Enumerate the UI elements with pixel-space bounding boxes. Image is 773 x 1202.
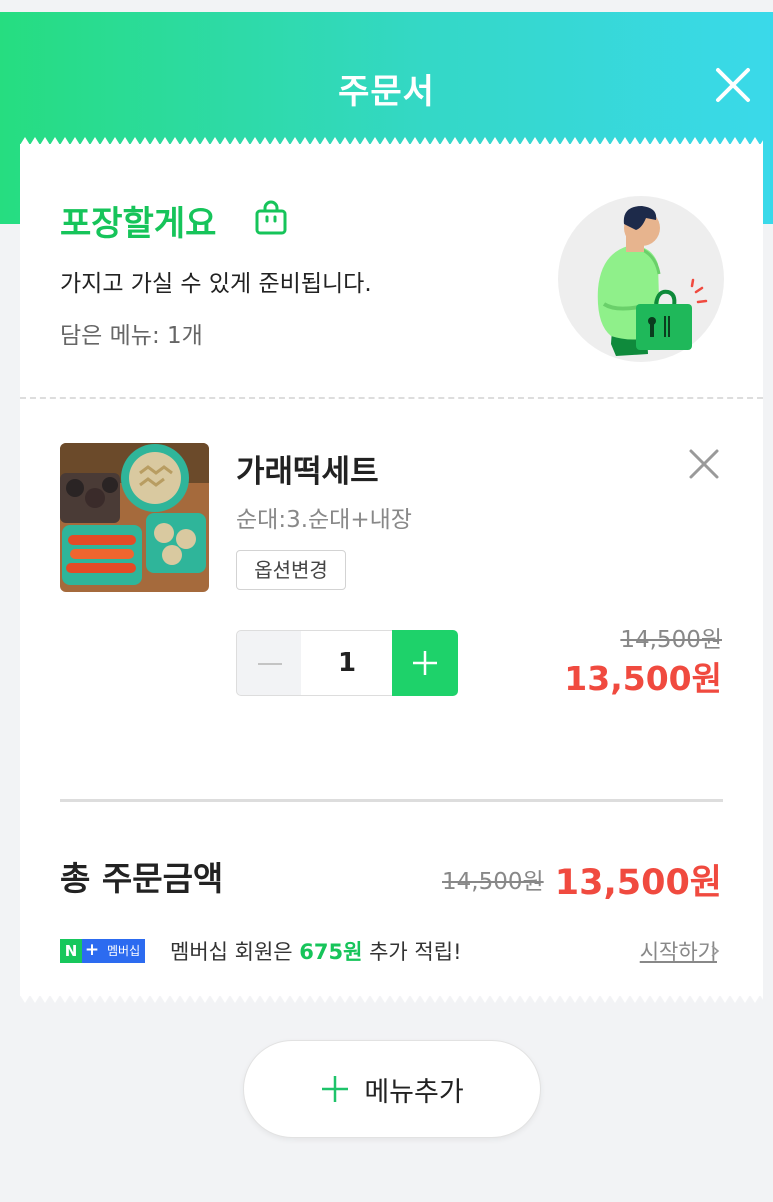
item-thumbnail xyxy=(60,443,209,592)
membership-message: 멤버십 회원은 675원 추가 적립! xyxy=(170,936,462,966)
pickup-description: 가지고 가실 수 있게 준비됩니다. xyxy=(60,271,372,297)
plus-icon xyxy=(413,651,437,675)
close-button[interactable] xyxy=(712,64,754,106)
remove-item-button[interactable] xyxy=(686,446,722,482)
card-zigzag-bottom xyxy=(20,995,763,1003)
start-membership-link[interactable]: 시작하기 xyxy=(640,936,717,966)
pickup-title: 포장할게요 xyxy=(60,204,217,244)
membership-text-after: 추가 적립! xyxy=(362,940,462,964)
quantity-stepper: 1 xyxy=(236,630,458,696)
total-original-price: 14,500원 xyxy=(442,869,544,895)
decrease-quantity-button[interactable] xyxy=(236,630,302,696)
total-label: 총 주문금액 xyxy=(60,859,224,898)
pickup-person-illustration xyxy=(558,196,724,362)
naver-plus-membership-badge: N + 멤버십 xyxy=(60,939,146,963)
badge-n: N xyxy=(60,939,82,963)
section-divider-dashed xyxy=(20,397,763,399)
page-title: 주문서 xyxy=(338,72,435,112)
add-menu-label: 메뉴추가 xyxy=(364,1076,464,1108)
section-divider xyxy=(60,799,723,802)
item-option: 순대:3.순대+내장 xyxy=(236,507,412,533)
order-card: 포장할게요 가지고 가실 수 있게 준비됩니다. 담은 메뉴: 1개 가래떡세트… xyxy=(20,144,763,996)
item-sale-price: 13,500원 xyxy=(564,659,722,698)
total-sale-price: 13,500원 xyxy=(554,863,722,903)
close-icon xyxy=(716,68,750,102)
minus-icon xyxy=(258,663,282,665)
plus-icon xyxy=(322,1076,349,1102)
add-menu-button[interactable]: 메뉴추가 xyxy=(243,1040,541,1138)
increase-quantity-button[interactable] xyxy=(392,630,458,696)
badge-plus: + xyxy=(82,939,102,963)
membership-points: 675원 xyxy=(299,940,363,964)
item-name: 가래떡세트 xyxy=(236,454,379,490)
shopping-bag-icon xyxy=(255,200,287,235)
menu-count: 담은 메뉴: 1개 xyxy=(60,323,203,349)
chevron-right-icon xyxy=(711,945,720,957)
change-option-button[interactable]: 옵션변경 xyxy=(236,550,346,590)
membership-text-before: 멤버십 회원은 xyxy=(170,940,300,964)
top-strip xyxy=(0,0,773,12)
close-icon xyxy=(689,449,719,479)
item-original-price: 14,500원 xyxy=(620,627,722,653)
badge-text: 멤버십 xyxy=(102,939,146,963)
quantity-value: 1 xyxy=(301,630,393,696)
